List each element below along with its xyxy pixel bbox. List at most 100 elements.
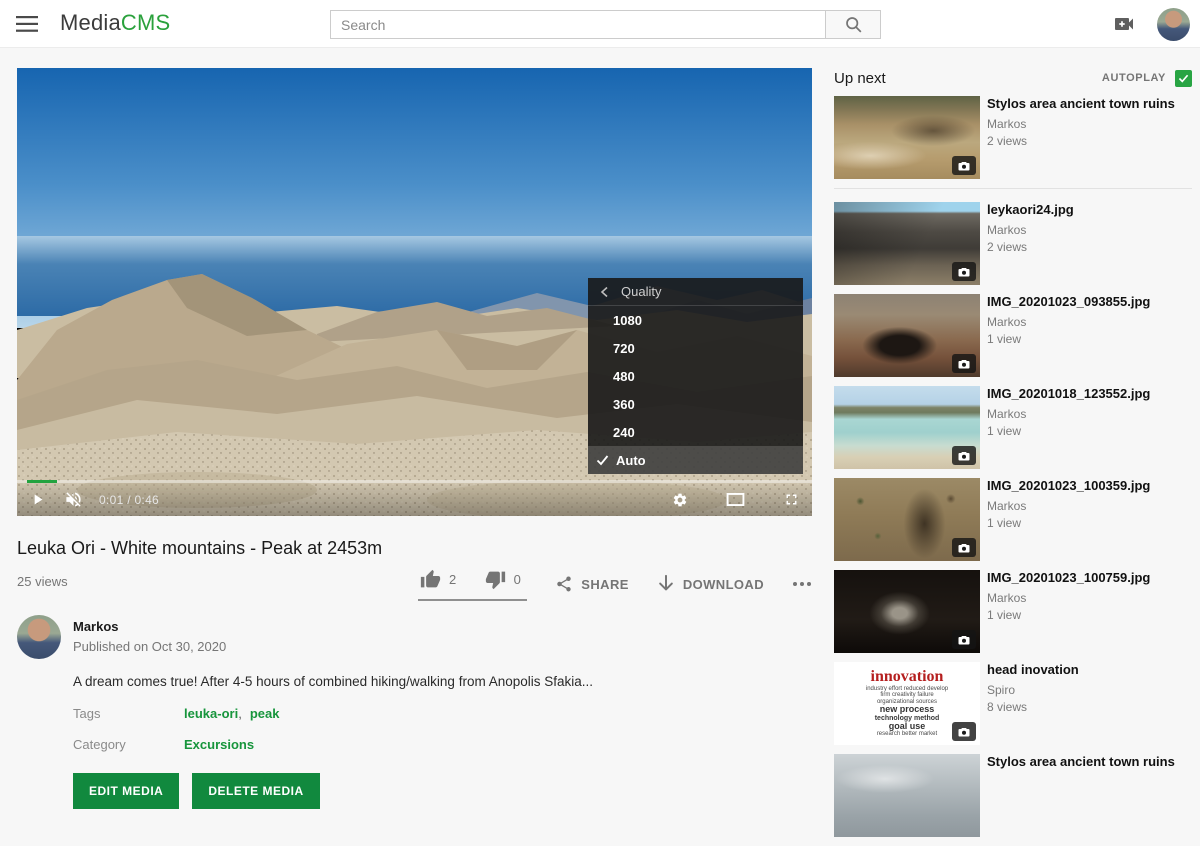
theater-mode-icon (726, 492, 745, 507)
video-player[interactable]: Quality 1080 720 480 360 240 Auto (17, 68, 812, 516)
video-title: Leuka Ori - White mountains - Peak at 24… (17, 538, 812, 559)
thumbnail-stylos-ruins-2[interactable] (834, 754, 980, 837)
wordcloud-word: research better market (877, 731, 937, 737)
share-button[interactable]: SHARE (555, 575, 629, 593)
tag-link-peak[interactable]: peak (250, 706, 280, 721)
thumbs-up-icon (420, 569, 441, 590)
thumbs-down-icon (485, 569, 506, 590)
player-controls: 0:01 / 0:46 (17, 480, 812, 516)
mute-button[interactable] (64, 490, 83, 509)
quality-option-1080[interactable]: 1080 (588, 306, 803, 334)
up-next-sidebar: Up next AUTOPLAY Stylos area ancient tow… (834, 70, 1192, 846)
fullscreen-button[interactable] (783, 491, 800, 508)
item-title[interactable]: IMG_20201023_100359.jpg (987, 478, 1150, 494)
more-options-button[interactable] (792, 581, 812, 587)
item-title[interactable]: leykaori24.jpg (987, 202, 1074, 218)
quality-menu-back[interactable]: Quality (588, 278, 803, 306)
up-next-item-2[interactable]: leykaori24.jpg Markos 2 views (834, 202, 1192, 285)
download-label: DOWNLOAD (683, 577, 764, 592)
up-next-item-8[interactable]: Stylos area ancient town ruins (834, 754, 1192, 837)
autoplay-checkbox[interactable] (1175, 70, 1192, 87)
up-next-item-6[interactable]: IMG_20201023_100759.jpg Markos 1 view (834, 570, 1192, 653)
item-title[interactable]: IMG_20201018_123552.jpg (987, 386, 1150, 402)
camera-icon (952, 538, 976, 557)
wordcloud-word: innovation (871, 669, 944, 686)
item-views: 1 view (987, 516, 1150, 530)
search-input[interactable] (330, 10, 825, 39)
edit-media-button[interactable]: EDIT MEDIA (73, 773, 179, 809)
category-link-excursions[interactable]: Excursions (184, 737, 254, 752)
item-author: Markos (987, 591, 1150, 605)
tags-label: Tags (73, 706, 184, 721)
theater-mode-button[interactable] (726, 492, 745, 507)
fullscreen-icon (783, 491, 800, 508)
tag-link-leuka-ori[interactable]: leuka-ori (184, 706, 238, 721)
volume-muted-icon (64, 490, 83, 509)
published-date: Published on Oct 30, 2020 (73, 639, 226, 654)
media-actions: EDIT MEDIA DELETE MEDIA (73, 773, 812, 809)
play-icon (29, 491, 46, 508)
quality-option-auto[interactable]: Auto (588, 446, 803, 474)
thumbnail-wordcloud[interactable]: innovation industry effort reduced devel… (834, 662, 980, 745)
share-icon (555, 575, 573, 593)
wordcloud-word: new process (880, 705, 935, 714)
quality-option-480[interactable]: 480 (588, 362, 803, 390)
item-views: 1 view (987, 424, 1150, 438)
item-views: 1 view (987, 332, 1150, 346)
upload-media-button[interactable] (1112, 12, 1138, 36)
category-row: Category Excursions (73, 737, 812, 752)
logo-cms: CMS (121, 10, 171, 35)
logo[interactable]: MediaCMS (60, 10, 170, 36)
quality-menu: Quality 1080 720 480 360 240 Auto (588, 278, 803, 474)
video-camera-plus-icon (1112, 12, 1138, 36)
item-author: Markos (987, 315, 1150, 329)
camera-icon (952, 630, 976, 649)
tag-separator: , (238, 706, 242, 721)
progress-bar[interactable] (17, 480, 812, 483)
item-author: Markos (987, 117, 1175, 131)
up-next-item-7[interactable]: innovation industry effort reduced devel… (834, 662, 1192, 745)
up-next-item-4[interactable]: IMG_20201018_123552.jpg Markos 1 view (834, 386, 1192, 469)
quality-option-240[interactable]: 240 (588, 418, 803, 446)
item-views: 8 views (987, 700, 1079, 714)
wordcloud-word: goal use (889, 722, 926, 731)
item-author: Markos (987, 499, 1150, 513)
rating-group: 2 0 (418, 567, 527, 601)
thumbnail-img-093855[interactable] (834, 294, 980, 377)
item-title[interactable]: IMG_20201023_093855.jpg (987, 294, 1150, 310)
item-title[interactable]: Stylos area ancient town ruins (987, 754, 1175, 770)
author-name[interactable]: Markos (73, 619, 226, 634)
user-avatar[interactable] (1157, 8, 1190, 41)
author-avatar[interactable] (17, 615, 61, 659)
settings-button[interactable] (672, 492, 688, 508)
thumbnail-img-123552[interactable] (834, 386, 980, 469)
camera-icon (952, 156, 976, 175)
item-title[interactable]: Stylos area ancient town ruins (987, 96, 1175, 112)
meta-row: 25 views 2 0 (17, 567, 812, 601)
play-button[interactable] (29, 491, 46, 508)
time-display: 0:01 / 0:46 (99, 493, 159, 507)
dislike-count: 0 (514, 572, 522, 587)
hamburger-menu-icon[interactable] (16, 13, 40, 35)
dislike-button[interactable]: 0 (485, 569, 522, 590)
search-button[interactable] (825, 10, 881, 39)
thumbnail-stylos-ruins[interactable] (834, 96, 980, 179)
progress-played (27, 480, 57, 483)
delete-media-button[interactable]: DELETE MEDIA (192, 773, 319, 809)
thumbnail-img-100359[interactable] (834, 478, 980, 561)
up-next-title: Up next (834, 70, 886, 87)
search-bar (330, 10, 881, 39)
download-button[interactable]: DOWNLOAD (657, 574, 764, 594)
quality-option-360[interactable]: 360 (588, 390, 803, 418)
thumbnail-img-100759[interactable] (834, 570, 980, 653)
like-button[interactable]: 2 (420, 569, 457, 590)
chevron-left-icon (600, 286, 609, 298)
up-next-item-1[interactable]: Stylos area ancient town ruins Markos 2 … (834, 96, 1192, 179)
item-title[interactable]: head inovation (987, 662, 1079, 678)
item-author: Markos (987, 407, 1150, 421)
item-title[interactable]: IMG_20201023_100759.jpg (987, 570, 1150, 586)
up-next-item-5[interactable]: IMG_20201023_100359.jpg Markos 1 view (834, 478, 1192, 561)
up-next-item-3[interactable]: IMG_20201023_093855.jpg Markos 1 view (834, 294, 1192, 377)
quality-option-720[interactable]: 720 (588, 334, 803, 362)
thumbnail-leykaori24[interactable] (834, 202, 980, 285)
